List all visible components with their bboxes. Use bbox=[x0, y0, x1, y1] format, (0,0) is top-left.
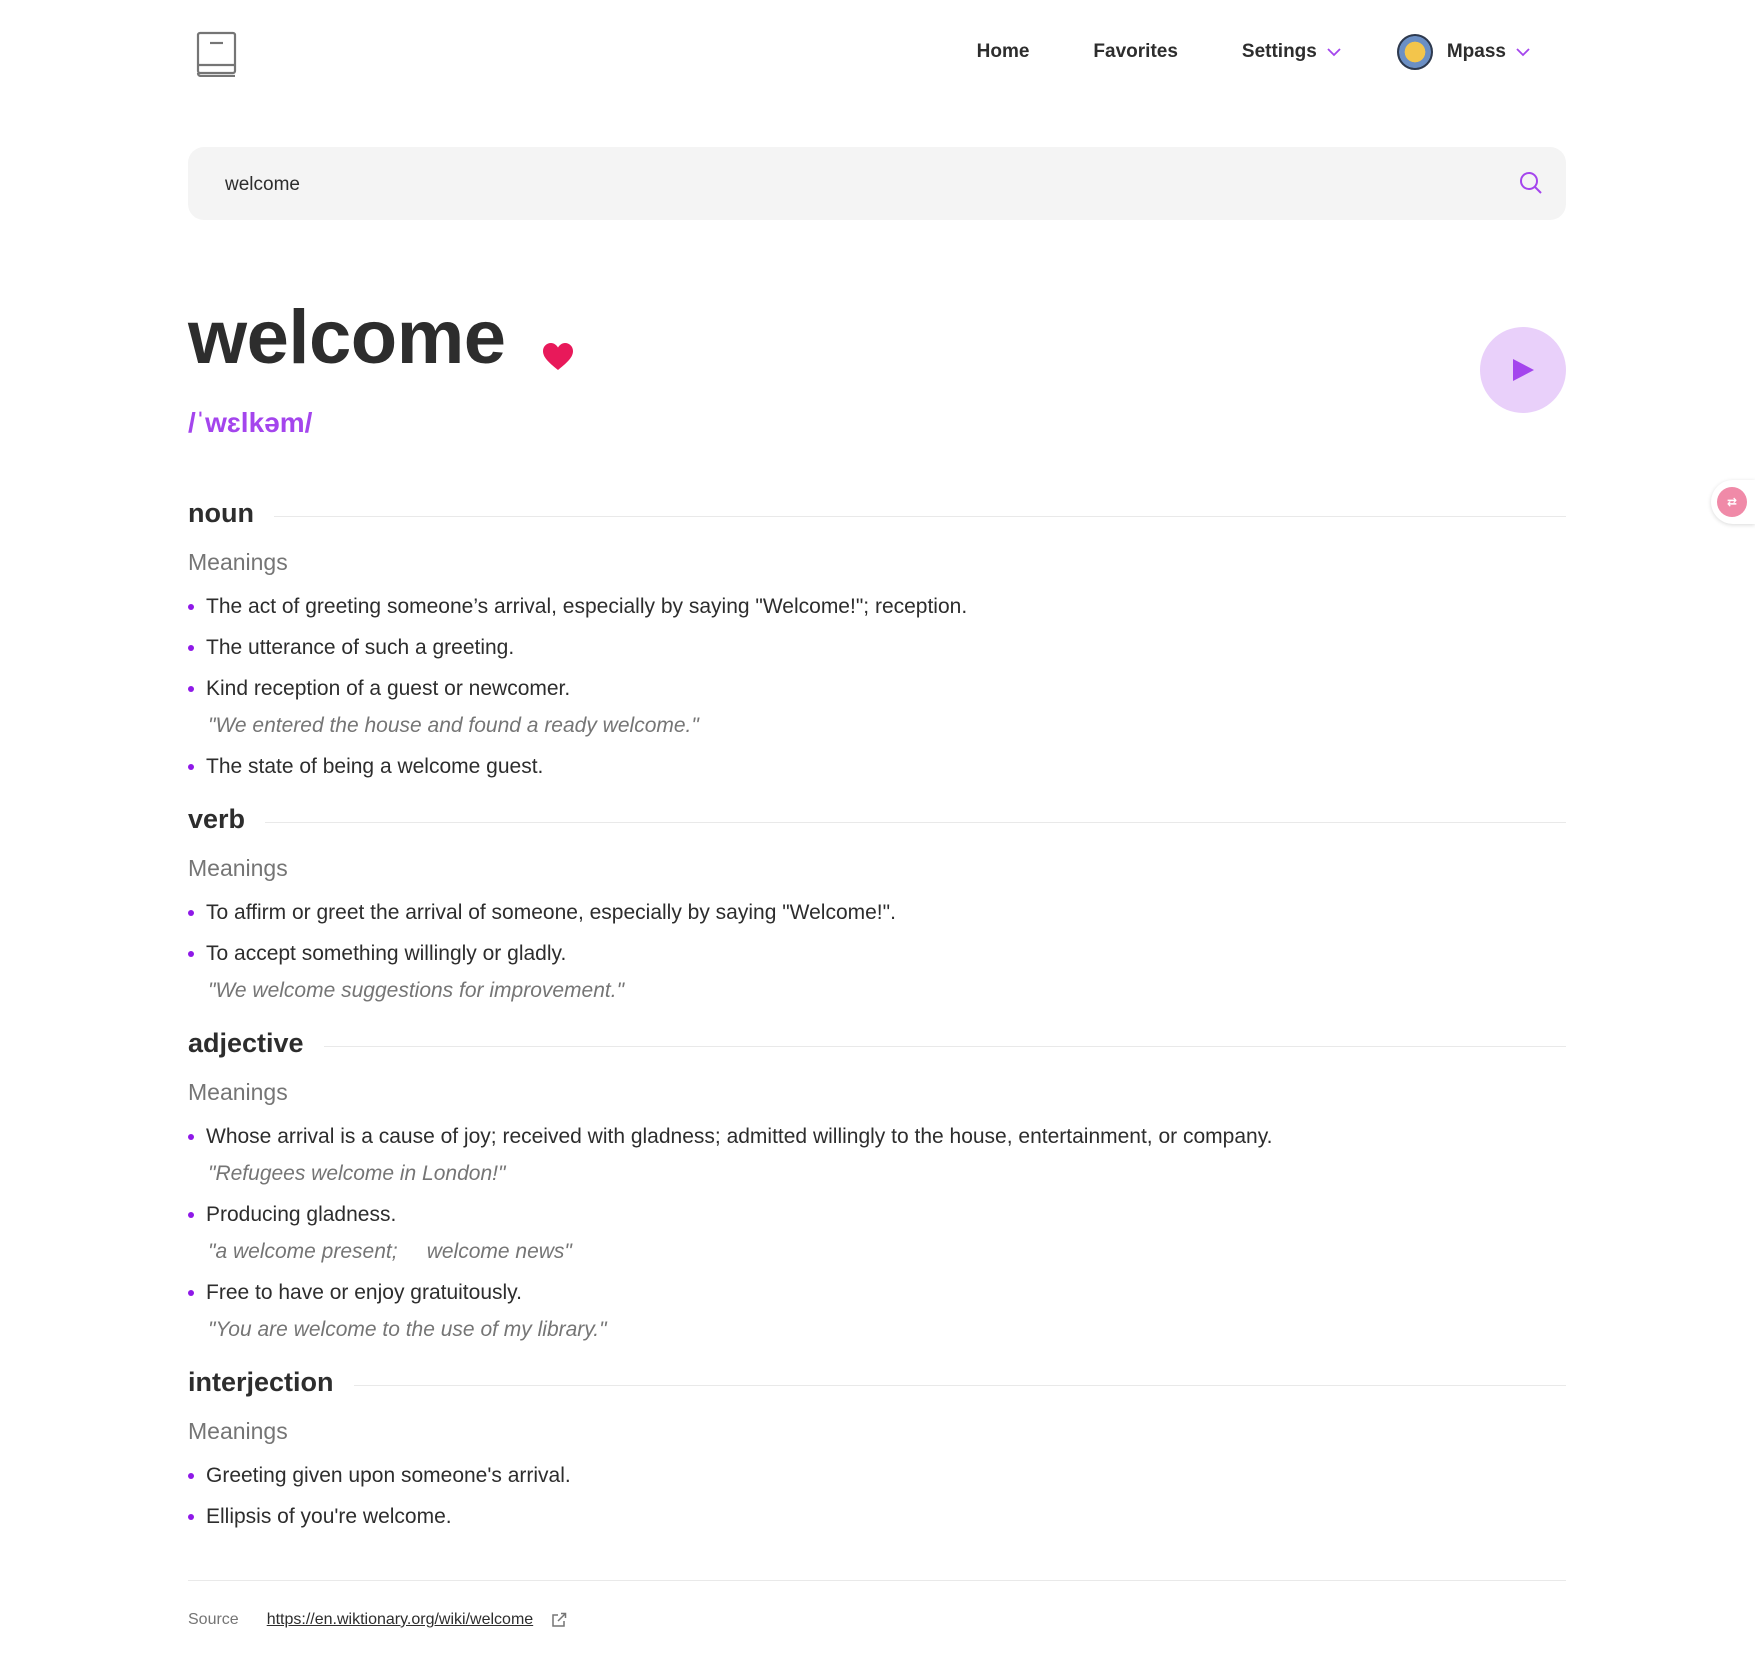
pos-heading-row: noun bbox=[188, 490, 1566, 536]
bullet bbox=[188, 1212, 194, 1218]
example-text: "a welcome present; welcome news" bbox=[208, 1240, 572, 1263]
avatar bbox=[1396, 34, 1433, 70]
list-item: The state of being a welcome guest. bbox=[188, 746, 1566, 787]
book-logo-icon[interactable] bbox=[196, 31, 238, 77]
user-name: Mpass bbox=[1446, 41, 1506, 62]
bullet bbox=[188, 1290, 194, 1296]
definition-text: Kind reception of a guest or newcomer. bbox=[206, 677, 571, 700]
external-link-icon[interactable] bbox=[551, 1612, 567, 1628]
bullet bbox=[188, 1473, 194, 1479]
part-of-speech: noun bbox=[188, 497, 254, 528]
play-icon bbox=[1513, 359, 1534, 381]
definition-text: The utterance of such a greeting. bbox=[206, 636, 515, 659]
user-menu[interactable]: Mpass bbox=[1396, 34, 1530, 70]
part-of-speech: verb bbox=[188, 803, 246, 834]
list-item: Greeting given upon someone's arrival. bbox=[188, 1455, 1566, 1496]
nav-settings-menu[interactable]: Settings bbox=[1242, 41, 1341, 63]
search-input[interactable] bbox=[223, 147, 1487, 222]
translate-icon: ⇄ bbox=[1717, 487, 1747, 517]
section-adjective: adjective Meanings Whose arrival is a caus… bbox=[188, 1020, 1566, 1350]
phonetic: /ˈwɛlkəm/ bbox=[188, 407, 313, 438]
heart-favorite-icon[interactable] bbox=[542, 342, 574, 372]
settings-label: Settings bbox=[1241, 41, 1317, 62]
divider bbox=[353, 1384, 1566, 1386]
list-item: The act of greeting someone’s arrival, e… bbox=[188, 586, 1566, 627]
search-bar bbox=[188, 147, 1566, 222]
definitions: noun Meanings The act of greeting someone’… bbox=[188, 490, 1566, 1546]
main-nav: Home Favorites Settings Mpass bbox=[977, 34, 1530, 70]
play-audio-button[interactable] bbox=[1480, 327, 1566, 413]
definition-text: To accept something willingly or gladly. bbox=[206, 942, 567, 965]
word-title: welcome bbox=[188, 295, 506, 380]
section-verb: verb Meanings To affirm or greet the arriv… bbox=[188, 796, 1566, 1011]
source-label: Source bbox=[188, 1611, 239, 1628]
bullet bbox=[188, 686, 194, 692]
list-item: Free to have or enjoy gratuitously. "You … bbox=[188, 1272, 1566, 1350]
meanings-list: The act of greeting someone’s arrival, e… bbox=[188, 586, 1566, 787]
divider bbox=[323, 1045, 1566, 1047]
meanings-label: Meanings bbox=[188, 1418, 288, 1444]
list-item: To affirm or greet the arrival of someon… bbox=[188, 892, 1566, 933]
pos-heading-row: interjection bbox=[188, 1359, 1566, 1405]
definition-text: Greeting given upon someone's arrival. bbox=[206, 1464, 571, 1487]
list-item: The utterance of such a greeting. bbox=[188, 627, 1566, 668]
example-text: "Refugees welcome in London!" bbox=[208, 1162, 506, 1185]
header: Home Favorites Settings Mpass bbox=[188, 0, 1566, 110]
source-link[interactable]: https://en.wiktionary.org/wiki/welcome bbox=[267, 1611, 533, 1629]
meanings-list: Whose arrival is a cause of joy; receive… bbox=[188, 1116, 1566, 1350]
divider bbox=[273, 515, 1566, 517]
part-of-speech: adjective bbox=[188, 1027, 304, 1058]
meanings-label: Meanings bbox=[188, 1079, 288, 1105]
section-noun: noun Meanings The act of greeting someone’… bbox=[188, 490, 1566, 787]
chevron-down-icon bbox=[1516, 47, 1530, 56]
part-of-speech: interjection bbox=[188, 1366, 334, 1397]
nav-favorites-link[interactable]: Favorites bbox=[1093, 41, 1177, 63]
example-text: "We welcome suggestions for improvement.… bbox=[208, 979, 625, 1002]
pos-heading-row: verb bbox=[188, 796, 1566, 842]
section-interjection: interjection Meanings Greeting given upon … bbox=[188, 1359, 1566, 1537]
translate-widget[interactable]: ⇄ bbox=[1711, 480, 1755, 524]
definition-text: Whose arrival is a cause of joy; receive… bbox=[206, 1125, 1273, 1148]
definition-text: Free to have or enjoy gratuitously. bbox=[206, 1281, 522, 1304]
bullet bbox=[188, 1514, 194, 1520]
meanings-label: Meanings bbox=[188, 549, 288, 575]
meanings-list: To affirm or greet the arrival of someon… bbox=[188, 892, 1566, 1011]
bullet bbox=[188, 604, 194, 610]
definition-text: Ellipsis of you're welcome. bbox=[206, 1505, 452, 1528]
bullet bbox=[188, 910, 194, 916]
list-item: Kind reception of a guest or newcomer. "W… bbox=[188, 668, 1566, 746]
definition-text: The state of being a welcome guest. bbox=[206, 755, 544, 778]
footer-divider bbox=[188, 1580, 1566, 1581]
bullet bbox=[188, 1134, 194, 1140]
definition-text: The act of greeting someone’s arrival, e… bbox=[206, 595, 968, 618]
example-text: "We entered the house and found a ready … bbox=[208, 714, 699, 737]
pos-heading-row: adjective bbox=[188, 1020, 1566, 1066]
meanings-list: Greeting given upon someone's arrival. El… bbox=[188, 1455, 1566, 1537]
list-item: Producing gladness. "a welcome present; w… bbox=[188, 1194, 1566, 1272]
bullet bbox=[188, 645, 194, 651]
list-item: Ellipsis of you're welcome. bbox=[188, 1496, 1566, 1537]
definition-text: Producing gladness. bbox=[206, 1203, 397, 1226]
search-icon[interactable] bbox=[1518, 170, 1544, 196]
list-item: To accept something willingly or gladly.… bbox=[188, 933, 1566, 1011]
chevron-down-icon bbox=[1327, 47, 1341, 56]
source: Source https://en.wiktionary.org/wiki/we… bbox=[188, 1611, 567, 1629]
definition-text: To affirm or greet the arrival of someon… bbox=[206, 901, 896, 924]
example-text: "You are welcome to the use of my librar… bbox=[208, 1318, 607, 1341]
list-item: Whose arrival is a cause of joy; receive… bbox=[188, 1116, 1566, 1194]
meanings-label: Meanings bbox=[188, 855, 288, 881]
bullet bbox=[188, 951, 194, 957]
divider bbox=[265, 821, 1566, 823]
nav-home-link[interactable]: Home bbox=[977, 41, 1030, 63]
bullet bbox=[188, 764, 194, 770]
